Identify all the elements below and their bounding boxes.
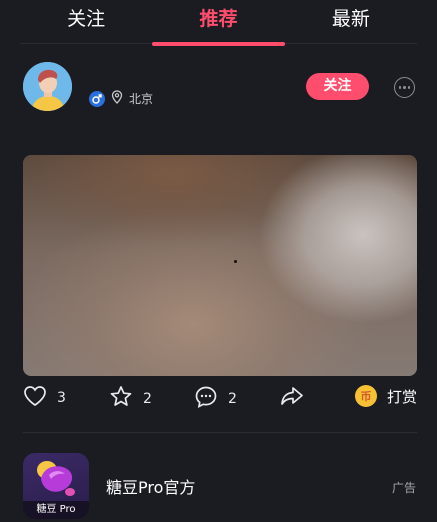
location-text: 北京	[129, 92, 154, 106]
like-button[interactable]: 3	[23, 385, 66, 411]
share-button[interactable]	[279, 385, 305, 411]
follow-button[interactable]: 关注	[306, 73, 369, 100]
reward-label: 打赏	[387, 387, 418, 406]
favorite-count: 2	[143, 390, 152, 407]
more-options-icon[interactable]	[394, 77, 415, 98]
action-bar: 3 2 2 币 打赏	[23, 385, 417, 415]
male-gender-icon	[89, 90, 105, 107]
like-count: 3	[57, 390, 66, 406]
coin-icon: 币	[355, 385, 377, 407]
author-avatar[interactable]	[23, 62, 72, 111]
feed-tabs: 关注 推荐 最新	[20, 0, 417, 46]
avatar-illustration	[23, 62, 72, 111]
divider	[23, 432, 417, 433]
star-icon	[109, 385, 133, 412]
comment-icon	[194, 385, 218, 413]
favorite-button[interactable]: 2	[109, 385, 152, 412]
ad-app-name[interactable]: 糖豆Pro官方	[106, 474, 195, 498]
location-pin-icon	[111, 89, 123, 108]
post-image[interactable]	[23, 155, 417, 376]
comment-count: 2	[228, 391, 237, 407]
ad-label: 广告	[392, 481, 417, 495]
comment-button[interactable]: 2	[194, 385, 237, 413]
tab-following[interactable]: 关注	[20, 0, 152, 43]
tab-latest[interactable]: 最新	[285, 0, 417, 43]
tab-recommended[interactable]: 推荐	[152, 0, 285, 46]
ad-logo-caption: 糖豆 Pro	[23, 501, 89, 519]
reward-button[interactable]: 币 打赏	[355, 385, 417, 407]
heart-icon	[23, 385, 47, 411]
ad-app-logo[interactable]: 糖豆 Pro	[23, 453, 89, 519]
image-speck	[234, 260, 237, 263]
author-meta: 北京	[89, 89, 153, 108]
share-arrow-icon	[279, 385, 305, 411]
